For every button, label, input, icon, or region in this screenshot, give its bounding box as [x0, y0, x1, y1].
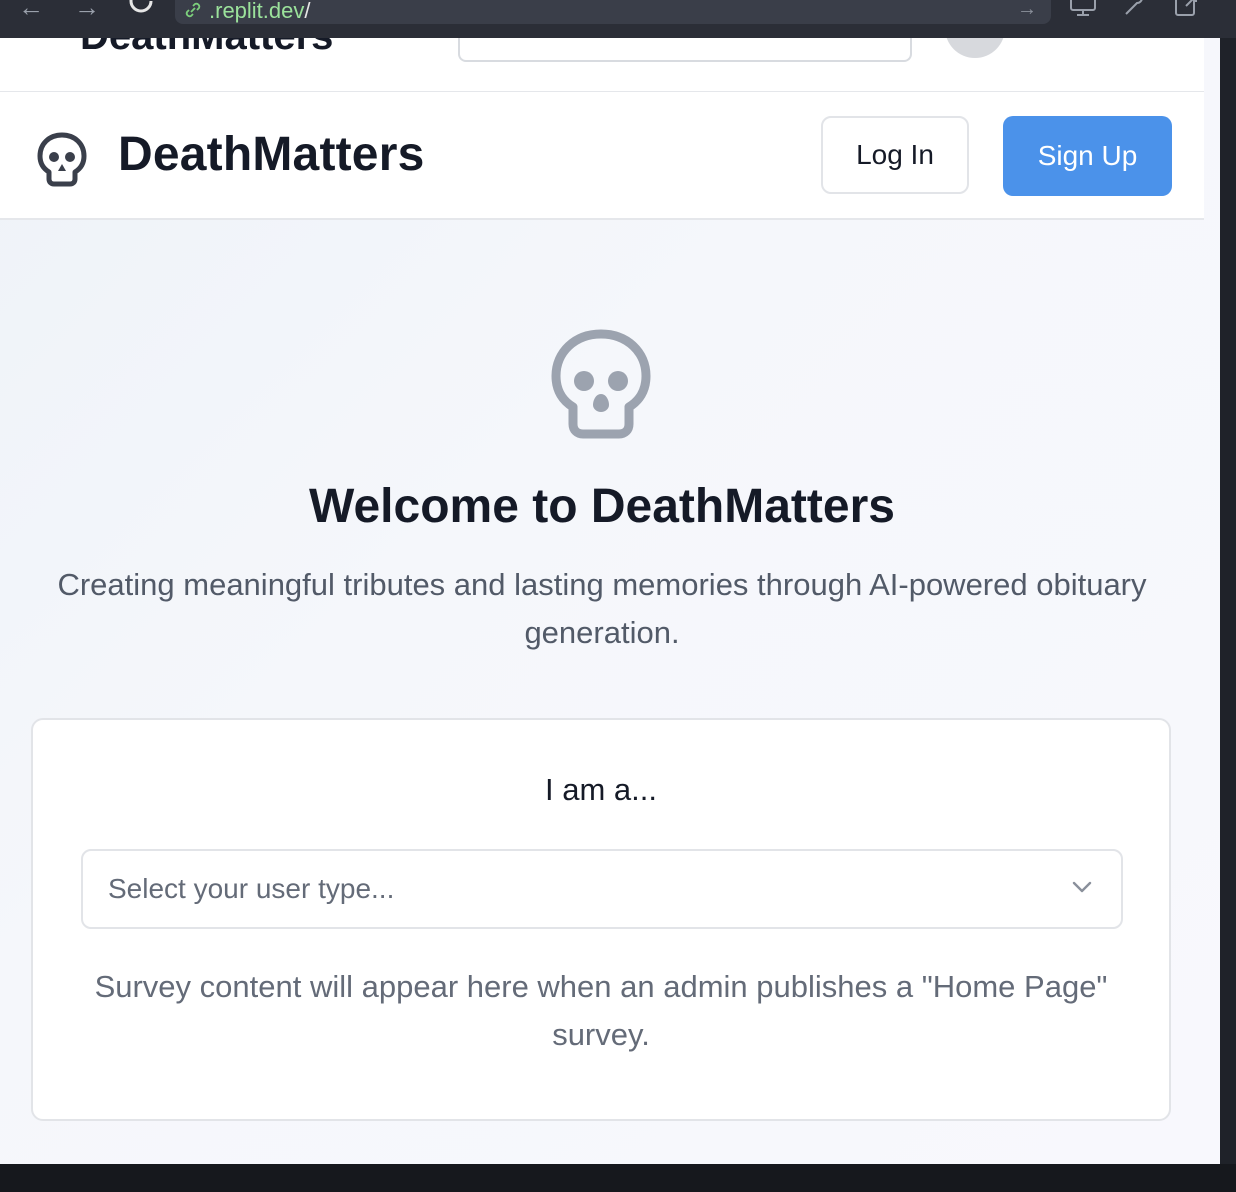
chevron-down-icon	[1072, 881, 1092, 893]
address-url: .replit.dev/	[209, 0, 311, 23]
scrolled-header-ghost: DeathMatters	[0, 38, 1204, 93]
survey-card: I am a... Select your user type... Surve…	[31, 718, 1171, 1121]
browser-toolbar: ← → .replit.dev/ →	[0, 0, 1236, 38]
skull-icon[interactable]	[36, 131, 88, 187]
forward-arrow-icon[interactable]: →	[74, 0, 100, 20]
user-type-label: I am a...	[545, 772, 657, 807]
signup-button[interactable]: Sign Up	[1003, 116, 1172, 196]
ghost-title: DeathMatters	[80, 38, 333, 59]
link-icon	[185, 2, 201, 18]
window-bottom-edge	[0, 1164, 1236, 1192]
avatar	[945, 38, 1005, 58]
wrench-icon[interactable]	[1120, 0, 1150, 18]
monitor-icon[interactable]	[1068, 0, 1098, 18]
window-edge	[1220, 38, 1236, 1164]
page-viewport: DeathMatters DeathMatters Log In Sign Up…	[0, 38, 1220, 1164]
ghost-search-input	[458, 38, 912, 62]
site-header: DeathMatters Log In Sign Up	[0, 92, 1204, 220]
brand-name[interactable]: DeathMatters	[118, 127, 424, 182]
hero-subtitle: Creating meaningful tributes and lasting…	[57, 567, 1147, 650]
skull-icon	[551, 329, 651, 439]
select-placeholder: Select your user type...	[108, 873, 395, 904]
go-arrow-icon[interactable]: →	[1017, 0, 1037, 21]
hero-title: Welcome to DeathMatters	[309, 480, 895, 533]
user-type-select[interactable]: Select your user type...	[81, 849, 1123, 929]
back-arrow-icon[interactable]: ←	[18, 0, 44, 20]
reload-icon[interactable]	[126, 0, 156, 16]
survey-note: Survey content will appear here when an …	[94, 969, 1108, 1052]
login-button[interactable]: Log In	[821, 116, 969, 194]
address-bar[interactable]: .replit.dev/ →	[175, 0, 1051, 24]
new-tab-icon[interactable]	[1172, 0, 1202, 18]
